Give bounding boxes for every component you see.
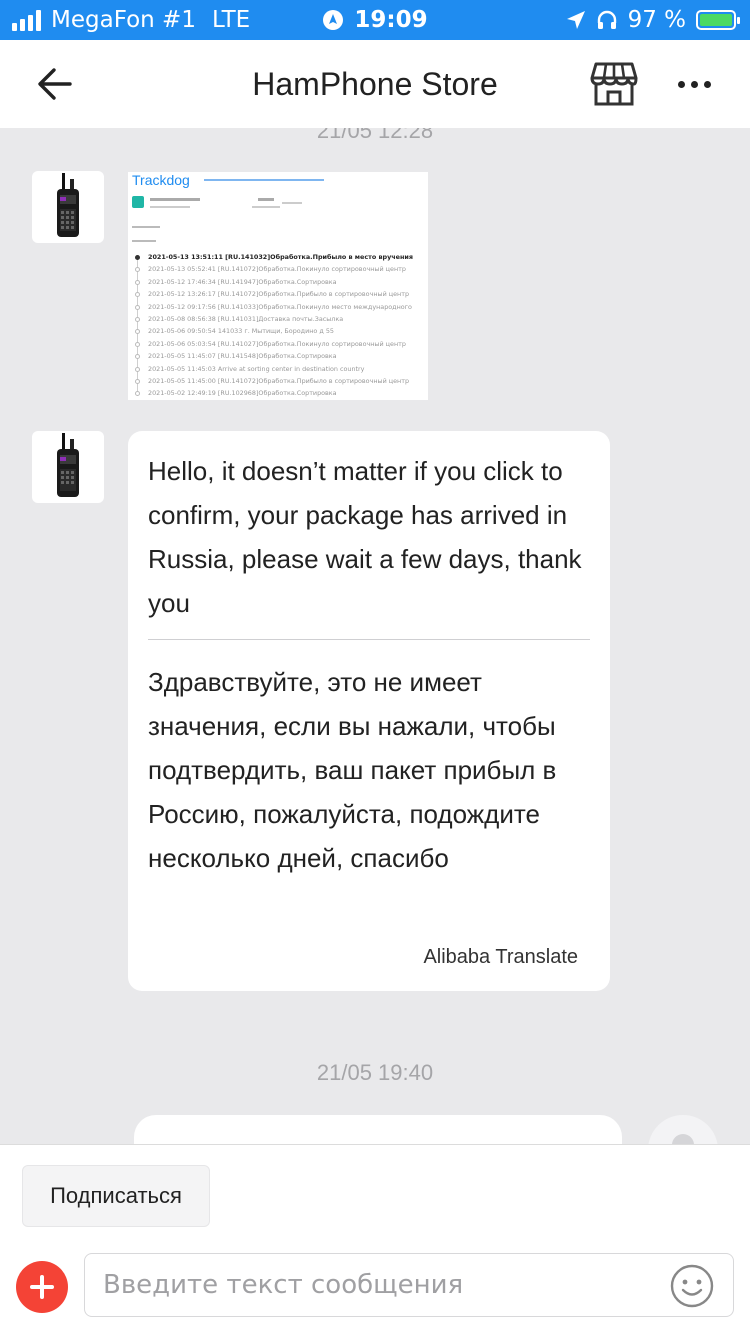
subscribe-button[interactable]: Подписаться [22, 1165, 210, 1227]
message-input-container[interactable] [84, 1253, 734, 1317]
tracking-row: 2021-05-06 05:03:54 [RU.141027]Обработка… [128, 338, 428, 350]
tracking-text: 2021-05-13 13:51:11 [RU.141032]Обработка… [148, 253, 413, 261]
text-message-bubble[interactable]: Hello, it doesn’t matter if you click to… [128, 431, 610, 991]
tracking-row: 2021-05-13 05:52:41 [RU.141072]Обработка… [128, 263, 428, 275]
carrier-label: MegaFon #1 [51, 7, 196, 33]
timeline-dot [135, 341, 140, 347]
decorative-line [258, 198, 274, 201]
tracking-row: 2021-05-12 13:26:17 [RU.141072]Обработка… [128, 288, 428, 300]
store-icon [590, 62, 638, 106]
headphones-icon [597, 10, 616, 29]
decorative-line [132, 240, 156, 242]
image-message[interactable]: Trackdog 2021-05-13 13:51:11 [RU.141032]… [128, 172, 428, 400]
emoji-icon [670, 1264, 714, 1308]
message-translation: Здравствуйте, это не имеет значения, есл… [148, 667, 557, 873]
user-avatar[interactable] [648, 1115, 718, 1144]
tracking-row: 2021-05-12 09:17:56 [RU.141033]Обработка… [128, 301, 428, 313]
location-arrow-icon [566, 11, 585, 29]
status-bar: MegaFon #1 LTE 19:09 97 % [0, 0, 750, 40]
divider [148, 639, 590, 640]
decorative-line [150, 206, 190, 208]
battery-icon [696, 10, 740, 30]
outgoing-message-bubble[interactable] [134, 1115, 622, 1144]
timeline-dot [135, 255, 140, 260]
carrier-icon [132, 196, 144, 208]
composer-area: Подписаться [0, 1144, 750, 1334]
tracking-row: 2021-05-13 13:51:11 [RU.141032]Обработка… [128, 251, 428, 263]
chat-area[interactable]: 21/05 12:28 Trackdog 2021-05-13 13:51:11… [0, 128, 750, 1144]
decorative-line [282, 202, 302, 204]
avatar[interactable] [32, 431, 104, 503]
tracking-list: 2021-05-13 13:51:11 [RU.141032]Обработка… [128, 251, 428, 400]
timeline-dot [135, 292, 140, 298]
battery-percent: 97 % [627, 7, 686, 33]
signal-icon [12, 9, 41, 31]
more-icon [677, 80, 685, 88]
tracking-row: 2021-05-05 11:45:07 [RU.141548]Обработка… [128, 350, 428, 362]
nav-bar: HamPhone Store [0, 40, 750, 128]
network-label: LTE [211, 7, 251, 33]
tracking-text: 2021-05-06 05:03:54 [RU.141027]Обработка… [148, 339, 406, 348]
radio-icon [57, 433, 79, 497]
timeline-dot [135, 316, 140, 322]
translation-credit: Alibaba Translate [423, 946, 578, 968]
store-button[interactable] [588, 60, 640, 108]
radio-icon [57, 173, 79, 237]
tracking-text: 2021-05-06 09:50:54 141033 г. Мытищи, Бо… [148, 327, 334, 336]
back-button[interactable] [30, 62, 82, 106]
alarm-icon [323, 10, 344, 30]
decorative-line [252, 206, 280, 208]
timeline-dot [135, 366, 140, 372]
tracking-text: 2021-05-12 17:46:34 [RU.141947]Обработка… [148, 277, 337, 286]
tracking-text: 2021-05-13 05:52:41 [RU.141072]Обработка… [148, 265, 406, 274]
tracking-text: 2021-05-05 11:45:07 [RU.141548]Обработка… [148, 352, 337, 361]
tracking-text: 2021-05-02 12:49:19 [RU.102968]Обработка… [148, 389, 337, 398]
status-right: 97 % [566, 0, 740, 40]
timeline-dot [135, 304, 140, 310]
tracking-row: 2021-05-05 11:45:00 [RU.141072]Обработка… [128, 375, 428, 387]
tracking-row: 2021-05-08 08:56:38 [RU.141031]Доставка … [128, 313, 428, 325]
tracking-row: 2021-05-05 11:45:03 Arrive at sorting ce… [128, 363, 428, 375]
decorative-line [132, 226, 160, 228]
timestamp: 21/05 19:40 [316, 1060, 434, 1085]
tracking-row: 2021-05-12 17:46:34 [RU.141947]Обработка… [128, 276, 428, 288]
timeline-dot [135, 391, 140, 397]
plus-icon[interactable] [16, 1261, 68, 1313]
trackdog-logo: Trackdog [132, 172, 190, 188]
emoji-button[interactable] [669, 1263, 715, 1309]
tracking-text: 2021-05-05 11:45:00 [RU.141072]Обработка… [148, 376, 410, 385]
message-input[interactable] [103, 1254, 663, 1316]
status-left: MegaFon #1 LTE [12, 0, 250, 40]
timestamp: 21/05 12:28 [316, 128, 434, 143]
user-icon [672, 1134, 694, 1144]
timeline-dot [135, 267, 140, 273]
tracking-text: 2021-05-12 13:26:17 [RU.141072]Обработка… [148, 290, 410, 299]
clock-time: 19:09 [354, 7, 428, 33]
timeline-dot [135, 329, 140, 335]
back-arrow-icon [38, 68, 72, 100]
avatar[interactable] [32, 171, 104, 243]
tracking-row: 2021-05-02 12:49:19 [RU.102968]Обработка… [128, 387, 428, 399]
message-original: Hello, it doesn’t matter if you click to… [148, 456, 582, 618]
tracking-text: 2021-05-05 11:45:03 Arrive at sorting ce… [148, 364, 365, 373]
tracking-text: 2021-05-12 09:17:56 [RU.141033]Обработка… [148, 302, 412, 311]
decorative-line [204, 179, 324, 181]
decorative-line [150, 198, 200, 201]
tracking-text: 2021-05-08 08:56:38 [RU.141031]Доставка … [148, 314, 344, 323]
more-button[interactable] [670, 66, 718, 102]
tracking-row: 2021-05-06 09:50:54 141033 г. Мытищи, Бо… [128, 325, 428, 337]
timeline-dot [135, 354, 140, 360]
timeline-dot [135, 279, 140, 285]
timeline-dot [135, 378, 140, 384]
